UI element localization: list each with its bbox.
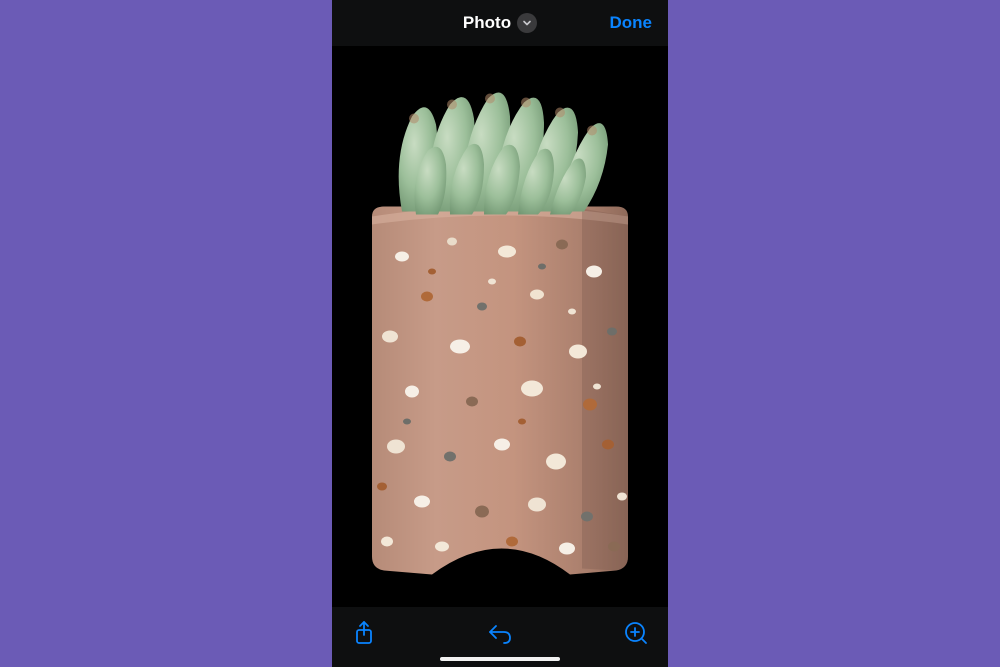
undo-icon: [486, 621, 514, 645]
undo-button[interactable]: [484, 617, 516, 649]
photo-canvas[interactable]: [332, 46, 668, 607]
share-icon: [352, 620, 376, 646]
photo-editor-screen: Photo Done: [332, 0, 668, 667]
header-title: Photo: [463, 13, 511, 33]
chevron-down-icon: [517, 13, 537, 33]
editor-toolbar: [332, 607, 668, 667]
home-indicator[interactable]: [440, 657, 560, 661]
done-label: Done: [610, 13, 653, 33]
share-button[interactable]: [348, 617, 380, 649]
editor-header: Photo Done: [332, 0, 668, 46]
markup-button[interactable]: [620, 617, 652, 649]
title-dropdown[interactable]: Photo: [463, 13, 537, 33]
markup-plus-icon: [623, 620, 649, 646]
photo-content: [332, 46, 668, 607]
done-button[interactable]: Done: [610, 0, 653, 46]
